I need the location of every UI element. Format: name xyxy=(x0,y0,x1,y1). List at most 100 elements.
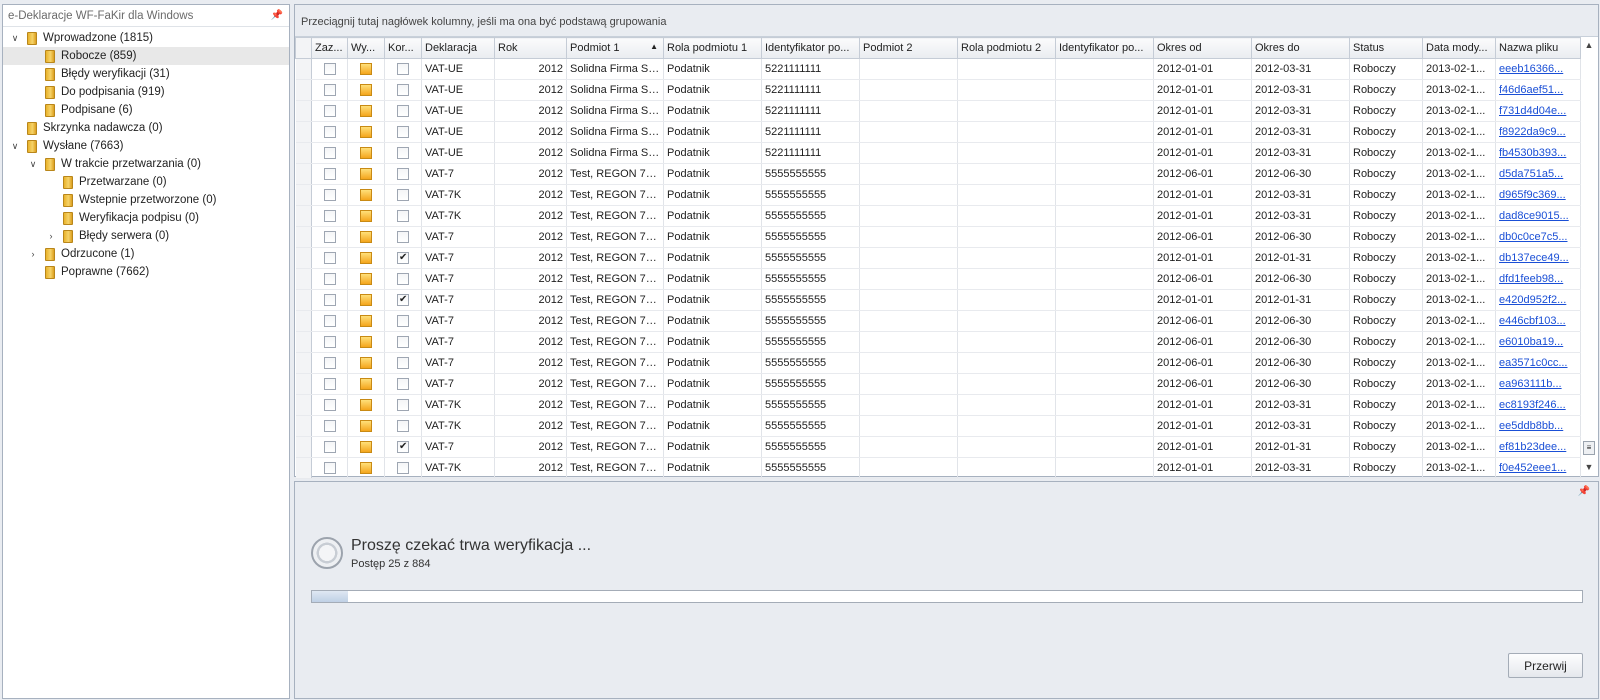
row-indicator[interactable] xyxy=(295,142,312,164)
tree-item[interactable]: Poprawne (7662) xyxy=(3,263,289,281)
column-header[interactable]: Podmiot 2 xyxy=(859,37,958,59)
select-checkbox[interactable] xyxy=(323,336,336,349)
table-row[interactable]: VAT-UE 2012 Solidna Firma Sp... Podatnik 522… xyxy=(295,100,1581,122)
tree-item[interactable]: Wstepnie przetworzone (0) xyxy=(3,191,289,209)
correction-checkbox[interactable] xyxy=(397,126,409,139)
table-row[interactable]: VAT-UE 2012 Solidna Firma Sp... Podatnik 522… xyxy=(295,58,1581,80)
correction-cell[interactable] xyxy=(384,79,422,101)
select-checkbox[interactable] xyxy=(323,399,336,412)
correction-checkbox[interactable] xyxy=(397,84,409,97)
file-link[interactable]: ec8193f246... xyxy=(1499,399,1566,411)
cell-plik[interactable]: f8922da9c9... xyxy=(1495,121,1581,143)
correction-cell[interactable] xyxy=(384,205,422,227)
select-checkbox[interactable] xyxy=(323,126,336,139)
correction-cell[interactable] xyxy=(384,436,422,458)
tree-item[interactable]: ∨ Wysłane (7663) xyxy=(3,137,289,155)
correction-cell[interactable] xyxy=(384,352,422,374)
cell-plik[interactable]: d965f9c369... xyxy=(1495,184,1581,206)
tree-item[interactable]: › Błędy serwera (0) xyxy=(3,227,289,245)
table-row[interactable]: VAT-7K 2012 Test, REGON 77... Podatnik 55555… xyxy=(295,394,1581,416)
select-cell[interactable] xyxy=(311,268,348,290)
select-cell[interactable] xyxy=(311,79,348,101)
select-cell[interactable] xyxy=(311,100,348,122)
select-cell[interactable] xyxy=(311,205,348,227)
file-link[interactable]: eeeb16366... xyxy=(1499,63,1563,75)
cell-plik[interactable]: f731d4d04e... xyxy=(1495,100,1581,122)
column-header[interactable]: Wy... xyxy=(347,37,385,59)
cell-plik[interactable]: e446cbf103... xyxy=(1495,310,1581,332)
row-indicator[interactable] xyxy=(295,226,312,248)
column-header[interactable]: Nazwa pliku xyxy=(1495,37,1581,59)
select-checkbox[interactable] xyxy=(323,231,336,244)
column-header[interactable]: Rola podmiotu 1 xyxy=(663,37,762,59)
correction-checkbox[interactable] xyxy=(397,63,409,76)
correction-cell[interactable] xyxy=(384,58,422,80)
row-indicator[interactable] xyxy=(295,331,312,353)
table-row[interactable]: VAT-72012Test, REGON 77...Podatnik555555… xyxy=(295,289,1581,311)
row-indicator[interactable] xyxy=(295,247,312,269)
column-header[interactable]: Rola podmiotu 2 xyxy=(957,37,1056,59)
correction-checkbox[interactable] xyxy=(397,315,409,328)
chevron-down-icon[interactable]: ∨ xyxy=(9,29,21,47)
row-indicator[interactable] xyxy=(295,58,312,80)
row-indicator[interactable] xyxy=(295,184,312,206)
column-header[interactable]: Data mody... xyxy=(1422,37,1496,59)
select-cell[interactable] xyxy=(311,142,348,164)
correction-checkbox[interactable] xyxy=(397,273,409,286)
correction-checkbox[interactable] xyxy=(397,357,409,370)
cell-plik[interactable]: db137ece49... xyxy=(1495,247,1581,269)
cell-plik[interactable]: ee5ddb8bb... xyxy=(1495,415,1581,437)
tree-item[interactable]: Przetwarzane (0) xyxy=(3,173,289,191)
table-row[interactable]: VAT-72012Test, REGON 77...Podatnik555555… xyxy=(295,373,1581,395)
scroll-down-icon[interactable]: ▼ xyxy=(1581,459,1597,475)
file-link[interactable]: ee5ddb8bb... xyxy=(1499,420,1563,432)
scroll-thumb[interactable]: ≡ xyxy=(1583,441,1595,455)
select-cell[interactable] xyxy=(311,121,348,143)
correction-cell[interactable] xyxy=(384,268,422,290)
column-header[interactable]: Deklaracja xyxy=(421,37,495,59)
cell-plik[interactable]: e6010ba19... xyxy=(1495,331,1581,353)
tree-item[interactable]: ∨ W trakcie przetwarzania (0) xyxy=(3,155,289,173)
tree-item[interactable]: Do podpisania (919) xyxy=(3,83,289,101)
chevron-right-icon[interactable]: › xyxy=(45,227,57,245)
select-cell[interactable] xyxy=(311,436,348,458)
select-checkbox[interactable] xyxy=(323,63,336,76)
row-indicator[interactable] xyxy=(295,394,312,416)
tree-item[interactable]: › Odrzucone (1) xyxy=(3,245,289,263)
cell-plik[interactable]: dfd1feeb98... xyxy=(1495,268,1581,290)
table-row[interactable]: VAT-72012Test, REGON 77...Podatnik555555… xyxy=(295,331,1581,353)
row-indicator[interactable] xyxy=(295,268,312,290)
correction-cell[interactable] xyxy=(384,394,422,416)
table-row[interactable]: VAT-72012Test, REGON 77...Podatnik555555… xyxy=(295,436,1581,458)
select-cell[interactable] xyxy=(311,352,348,374)
tree-item[interactable]: Weryfikacja podpisu (0) xyxy=(3,209,289,227)
correction-checkbox[interactable] xyxy=(397,336,409,349)
tree-item[interactable]: Skrzynka nadawcza (0) xyxy=(3,119,289,137)
file-link[interactable]: e420d952f2... xyxy=(1499,294,1566,306)
row-indicator[interactable] xyxy=(295,436,312,458)
tree-item[interactable]: Podpisane (6) xyxy=(3,101,289,119)
column-header[interactable]: Zaz... xyxy=(311,37,348,59)
row-indicator[interactable] xyxy=(295,310,312,332)
column-header[interactable]: Okres do xyxy=(1251,37,1350,59)
select-checkbox[interactable] xyxy=(323,147,336,160)
column-header[interactable]: Podmiot 1 ▲ xyxy=(566,37,664,59)
column-header[interactable]: Identyfikator po... xyxy=(1055,37,1154,59)
file-link[interactable]: ef81b23dee... xyxy=(1499,441,1566,453)
table-row[interactable]: VAT-UE 2012 Solidna Firma Sp... Podatnik 522… xyxy=(295,121,1581,143)
correction-cell[interactable] xyxy=(384,415,422,437)
select-cell[interactable] xyxy=(311,226,348,248)
row-indicator[interactable] xyxy=(295,163,312,185)
row-indicator[interactable] xyxy=(295,79,312,101)
select-cell[interactable] xyxy=(311,289,348,311)
cell-plik[interactable]: db0c0ce7c5... xyxy=(1495,226,1581,248)
table-row[interactable]: VAT-UE 2012 Solidna Firma Sp... Podatnik 522… xyxy=(295,79,1581,101)
column-header[interactable]: Rok xyxy=(494,37,567,59)
scroll-up-icon[interactable]: ▲ xyxy=(1581,37,1597,53)
tree-item[interactable]: ∨ Wprowadzone (1815) xyxy=(3,29,289,47)
cell-plik[interactable]: e420d952f2... xyxy=(1495,289,1581,311)
cell-plik[interactable]: eeeb16366... xyxy=(1495,58,1581,80)
file-link[interactable]: ea3571c0cc... xyxy=(1499,357,1568,369)
row-indicator[interactable] xyxy=(295,352,312,374)
chevron-right-icon[interactable]: › xyxy=(27,245,39,263)
